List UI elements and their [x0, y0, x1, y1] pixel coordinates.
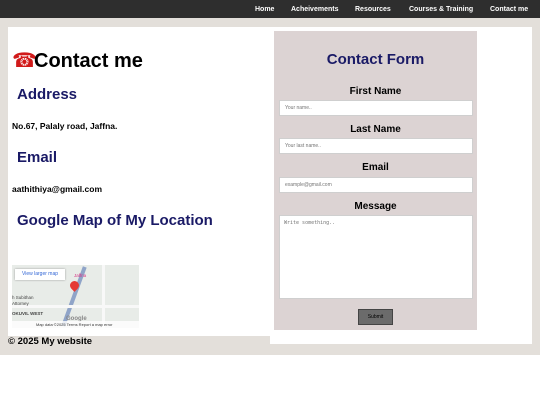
page-title: ☎Contact me: [12, 48, 143, 73]
first-name-input[interactable]: [279, 100, 473, 116]
contact-form: Contact Form First Name Last Name Email …: [274, 31, 477, 330]
contact-info-panel: ☎Contact me Address No.67, Palaly road, …: [8, 27, 270, 336]
form-title: Contact Form: [326, 51, 425, 68]
address-value: No.67, Palaly road, Jaffna.: [12, 121, 118, 131]
first-name-label: First Name: [349, 86, 402, 97]
message-label: Message: [354, 201, 397, 212]
map-road: [12, 305, 139, 308]
view-larger-map-link[interactable]: View larger map: [15, 269, 65, 280]
top-navbar: Home Acheivements Resources Courses & Tr…: [0, 0, 540, 18]
contact-form-panel: Contact Form First Name Last Name Email …: [270, 27, 532, 344]
map-place-label: Jaffna: [74, 273, 87, 278]
submit-button[interactable]: Submit: [358, 309, 393, 325]
map-area-label: OKUVIL WEST: [12, 311, 44, 316]
google-map-embed[interactable]: View larger map Jaffna h Subithan Attorn…: [12, 265, 139, 328]
email-label: Email: [362, 162, 389, 173]
page-title-text: Contact me: [34, 50, 143, 72]
map-heading: Google Map of My Location: [17, 212, 213, 229]
address-heading: Address: [17, 86, 78, 103]
map-label: Attorney: [12, 301, 29, 306]
map-attribution: Map data ©2025 Terms Report a map error: [12, 321, 139, 328]
last-name-input[interactable]: [279, 138, 473, 154]
last-name-label: Last Name: [350, 124, 401, 135]
page-body: ☎Contact me Address No.67, Palaly road, …: [0, 18, 540, 355]
footer-copyright: © 2025 My website: [8, 336, 93, 347]
nav-item-resources[interactable]: Resources: [355, 0, 391, 18]
map-road: [102, 265, 105, 328]
nav-item-home[interactable]: Home: [255, 0, 274, 18]
nav-item-courses-training[interactable]: Courses & Training: [409, 0, 473, 18]
email-input[interactable]: [279, 177, 473, 193]
message-textarea[interactable]: [279, 215, 473, 299]
telephone-icon: ☎: [12, 48, 37, 72]
email-value: aathithiya@gmail.com: [12, 184, 103, 194]
nav-item-achievements[interactable]: Acheivements: [291, 0, 338, 18]
map-label: h Subithan: [12, 295, 34, 300]
nav-item-contact-me[interactable]: Contact me: [490, 0, 528, 18]
email-heading: Email: [17, 149, 58, 166]
